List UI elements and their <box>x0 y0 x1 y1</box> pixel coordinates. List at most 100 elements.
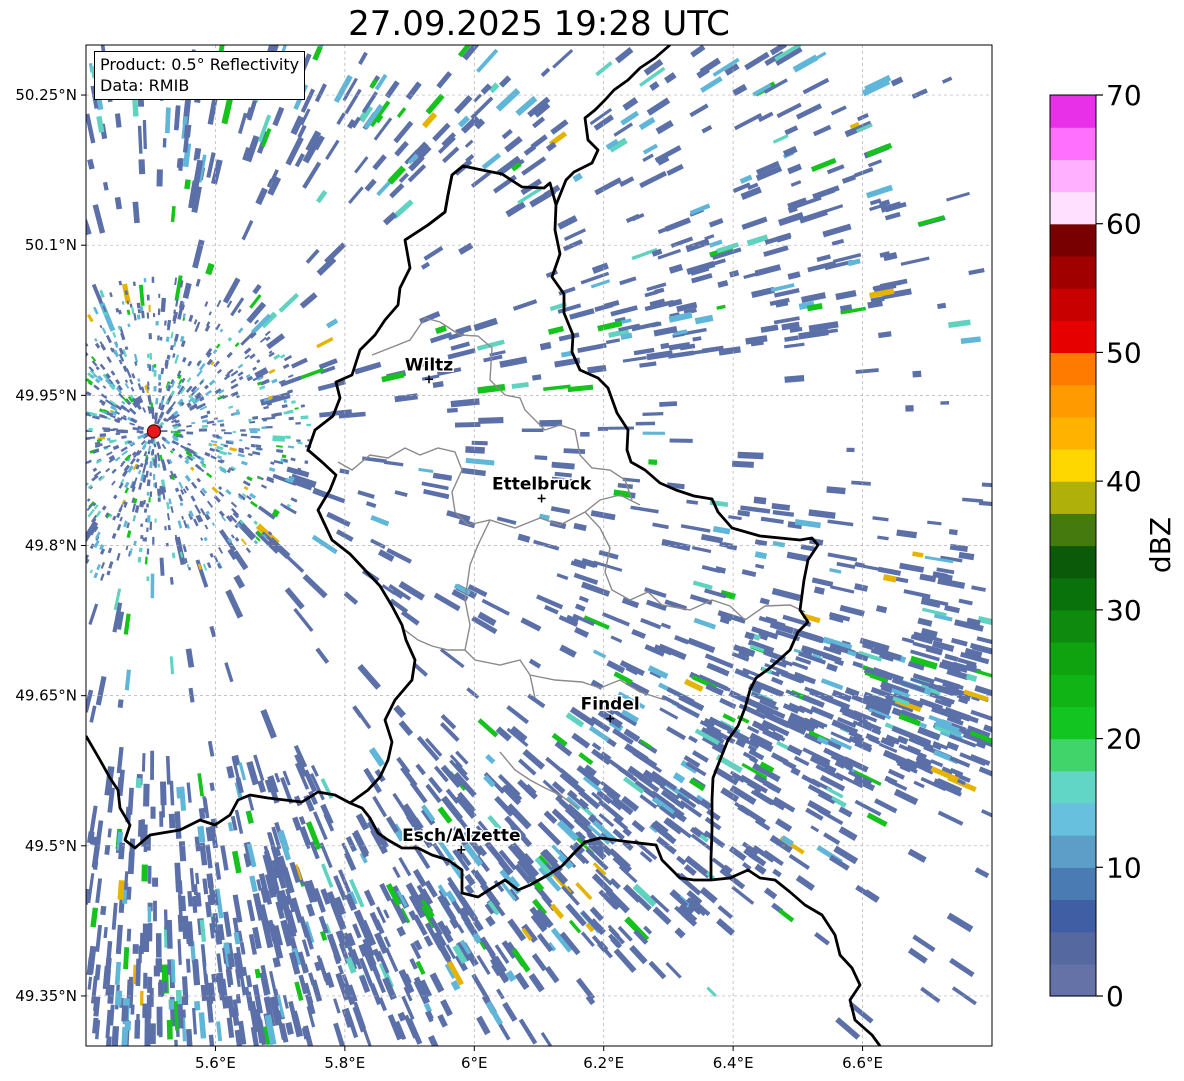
echo-gate <box>127 851 135 875</box>
echo-gate <box>149 491 153 497</box>
echo-gate <box>297 441 303 445</box>
echo-gate <box>288 416 294 421</box>
echo-gate <box>136 314 141 320</box>
echo-gate <box>150 750 155 780</box>
colorbar-tick-label: 70 <box>1106 79 1142 112</box>
colorbar-segment <box>1050 448 1096 482</box>
echo-gate <box>846 447 855 453</box>
echo-gate <box>159 336 163 341</box>
y-tick-label: 49.8°N <box>25 537 77 555</box>
colorbar-segment <box>1050 159 1096 193</box>
echo-gate <box>648 459 658 465</box>
echo-gate <box>149 472 152 477</box>
radar-site-marker <box>146 424 162 439</box>
echo-gate <box>186 431 194 435</box>
echo-gate <box>240 433 247 437</box>
echo-gate <box>580 431 590 437</box>
echo-gate <box>272 435 286 442</box>
echo-gate <box>126 928 132 942</box>
echo-gate <box>146 353 150 359</box>
colorbar-segment <box>1050 545 1096 579</box>
colorbar-segment <box>1050 481 1096 514</box>
echo-gate <box>156 169 163 187</box>
echo-gate <box>135 777 142 789</box>
echo-gate <box>158 293 161 298</box>
echo-gate <box>146 515 151 523</box>
city-label: Findel <box>581 695 640 715</box>
city-label: Esch/Alzette <box>402 826 520 846</box>
echo-gate <box>100 905 107 916</box>
echo-gate <box>149 987 154 1007</box>
colorbar-unit-label: dBZ <box>1144 517 1177 573</box>
echo-gate <box>642 431 666 435</box>
echo-gate <box>155 320 159 326</box>
x-tick-label: 5.8°E <box>324 1054 365 1072</box>
echo-gate <box>103 429 110 432</box>
echo-gate <box>146 294 150 301</box>
echo-gate <box>150 806 156 819</box>
echo-gate <box>138 159 146 175</box>
colorbar-segment <box>1050 674 1096 707</box>
echo-gate <box>124 1020 132 1031</box>
y-tick-label: 49.95°N <box>15 386 77 404</box>
echo-gate <box>521 428 544 433</box>
echo-gate <box>478 416 504 424</box>
echo-gate <box>142 537 146 542</box>
echo-gate <box>211 973 218 983</box>
colorbar-segment <box>1050 191 1096 225</box>
echo-gate <box>143 783 150 807</box>
echo-gate <box>163 980 168 993</box>
echo-gate <box>143 508 148 513</box>
y-tick-label: 50.1°N <box>25 236 77 254</box>
echo-gate <box>148 497 151 503</box>
echo-gate <box>948 528 958 536</box>
colorbar-segment <box>1050 738 1096 772</box>
echo-gate <box>146 479 151 487</box>
echo-gate <box>158 387 163 393</box>
echo-gate <box>137 556 142 563</box>
echo-gate <box>151 407 155 412</box>
echo-gate <box>121 1005 129 1022</box>
echo-gate <box>144 556 148 565</box>
echo-gate <box>912 370 922 378</box>
echo-gate <box>165 542 169 547</box>
colorbar-segment <box>1050 931 1096 965</box>
echo-gate <box>157 335 160 341</box>
echo-gate <box>157 497 161 502</box>
y-tick-label: 49.65°N <box>15 687 77 705</box>
echo-gate <box>146 491 150 496</box>
echo-gate <box>534 455 548 461</box>
echo-gate <box>158 382 162 386</box>
colorbar-segment <box>1050 320 1096 354</box>
city-label: Wiltz <box>405 355 454 375</box>
colorbar-segment <box>1050 802 1096 836</box>
echo-gate <box>152 536 155 545</box>
echo-gate <box>147 906 152 923</box>
echo-gate <box>608 426 635 430</box>
echo-gate <box>89 836 98 846</box>
echo-gate <box>146 576 150 582</box>
echo-gate <box>132 944 139 954</box>
colorbar-segment <box>1050 577 1096 611</box>
echo-gate <box>146 503 149 508</box>
x-tick-label: 5.6°E <box>195 1054 236 1072</box>
echo-gate <box>154 518 157 523</box>
echo-gate <box>659 401 678 407</box>
echo-gate <box>753 496 767 505</box>
echo-gate <box>138 547 143 553</box>
colorbar-tick-label: 30 <box>1106 594 1142 627</box>
colorbar-segment <box>1050 384 1096 418</box>
echo-gate <box>285 435 291 439</box>
echo-gate <box>177 880 183 895</box>
echo-gate <box>159 485 164 491</box>
x-tick-label: 6.2°E <box>583 1054 624 1072</box>
colorbar-segment <box>1050 835 1096 868</box>
echo-gate <box>223 432 232 435</box>
colorbar-segment <box>1050 255 1096 289</box>
echo-gate <box>158 982 164 997</box>
echo-gate <box>154 482 158 489</box>
colorbar-segment <box>1050 642 1096 675</box>
y-axis: 50.25°N 50.1°N 49.95°N 49.8°N 49.65°N 49.5°N 4… <box>15 86 86 1005</box>
echo-gate <box>261 426 267 429</box>
echo-gate <box>152 473 156 480</box>
